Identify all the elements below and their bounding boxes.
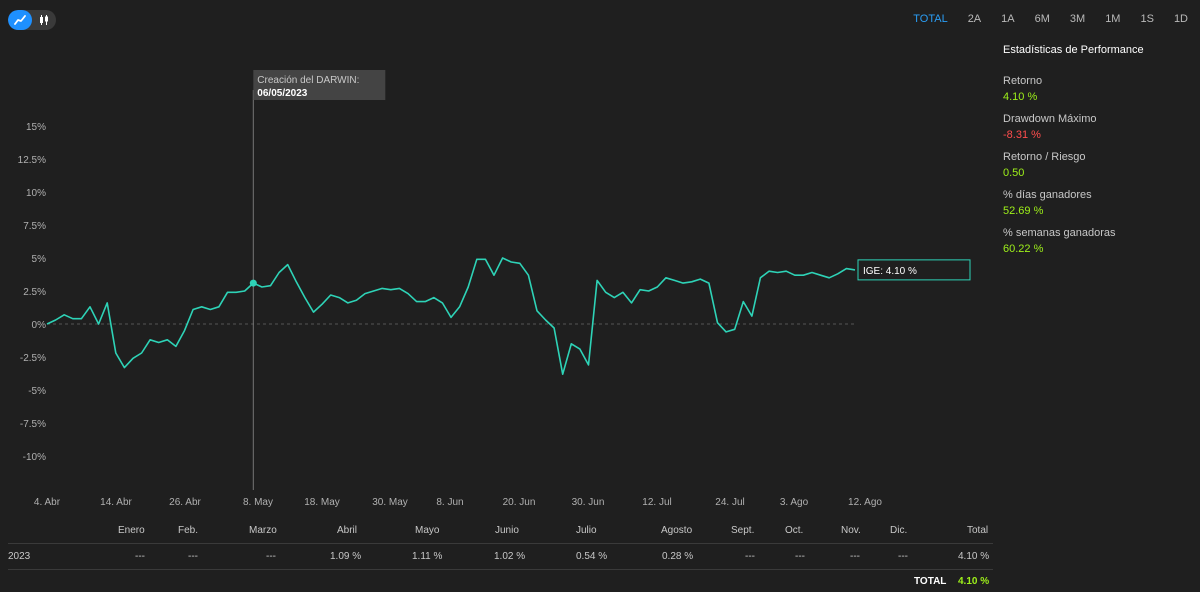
monthly-value: 4.10 % [958,551,990,562]
table-header-row: Enero Feb. Marzo Abril Mayo Junio Julio Agosto S… [0,518,1200,544]
column-header: Enero [118,525,145,536]
stat-value: 52.69 % [1003,205,1044,217]
y-tick-label: 15% [26,122,46,133]
column-header: Junio [495,525,519,536]
monthly-value: 1.02 % [494,551,526,562]
creation-marker-point [249,279,257,287]
monthly-value: --- [898,551,908,562]
monthly-value: 0.28 % [662,551,694,562]
stat-label: Drawdown Máximo [1003,113,1097,125]
stat-label: % semanas ganadoras [1003,227,1116,239]
total-row: TOTAL 4.10 % [0,576,1200,590]
year-label: 2023 [8,551,31,562]
x-tick-label: 30. Jun [572,497,605,508]
monthly-value: --- [135,551,145,562]
x-tick-label: 12. Ago [848,497,882,508]
y-tick-label: -5% [28,386,46,397]
monthly-returns-table: Enero Feb. Marzo Abril Mayo Junio Julio Agosto S… [0,518,1200,570]
period-1d[interactable]: 1D [1174,13,1188,25]
column-header: Marzo [249,525,277,536]
column-header: Oct. [785,525,804,536]
period-3m[interactable]: 3M [1070,13,1085,25]
period-selector: TOTAL 2A 1A 6M 3M 1M 1S 1D [893,13,1188,25]
x-tick-label: 30. May [372,497,408,508]
column-header: Agosto [661,525,693,536]
performance-chart: 15% 12.5% 10% 7.5% 5% 2.5% 0% -2.5% -5% -7.5% -10%… [18,70,971,508]
period-1s[interactable]: 1S [1140,13,1153,25]
period-1a[interactable]: 1A [1001,13,1014,25]
stat-value: 60.22 % [1003,243,1044,255]
x-tick-label: 8. May [243,497,273,508]
x-tick-label: 4. Abr [34,497,61,508]
stat-label: Retorno / Riesgo [1003,151,1086,163]
y-tick-label: 7.5% [23,221,46,232]
stat-value: -8.31 % [1003,129,1041,141]
column-header: Dic. [890,525,908,536]
y-tick-label: 2.5% [23,287,46,298]
line-chart-icon[interactable] [8,10,32,30]
monthly-value: --- [266,551,276,562]
stats-title: Estadísticas de Performance [1003,44,1144,56]
total-label: TOTAL [914,576,947,587]
y-tick-label: 12.5% [18,155,46,166]
candlestick-icon[interactable] [32,10,56,30]
x-tick-label: 18. May [304,497,340,508]
x-tick-label: 20. Jun [503,497,536,508]
y-tick-label: -10% [23,452,46,463]
stat-label: Retorno [1003,75,1043,87]
monthly-value: --- [745,551,755,562]
y-tick-label: -7.5% [20,419,46,430]
period-2a[interactable]: 2A [968,13,981,25]
monthly-value: 1.11 % [412,551,443,562]
stat-value: 4.10 % [1003,91,1038,103]
series-line [46,257,856,376]
y-tick-label: 5% [32,254,47,265]
period-6m[interactable]: 6M [1035,13,1050,25]
creation-tooltip-date: 06/05/2023 [257,88,307,99]
column-header: Abril [337,525,358,536]
y-tick-label: 10% [26,188,46,199]
column-header: Total [967,525,989,536]
y-tick-label: 0% [32,320,47,331]
x-tick-label: 12. Jul [642,497,671,508]
y-tick-label: -2.5% [20,353,46,364]
creation-tooltip-label: Creación del DARWIN: [257,75,359,86]
performance-stats: Estadísticas de Performance Retorno 4.10 … [1003,44,1193,265]
x-tick-label: 24. Jul [715,497,744,508]
column-header: Mayo [415,525,440,536]
column-header: Feb. [178,525,199,536]
stat-value: 0.50 [1003,167,1025,179]
total-value: 4.10 % [958,576,990,587]
chart-mode-toggle[interactable] [8,10,56,30]
x-tick-label: 8. Jun [436,497,463,508]
column-header: Julio [576,525,597,536]
column-header: Sept. [731,525,755,536]
column-header: Nov. [841,525,861,536]
stat-label: % días ganadores [1003,189,1092,201]
monthly-value: --- [188,551,198,562]
x-tick-label: 14. Abr [100,497,132,508]
monthly-value: 0.54 % [576,551,608,562]
x-tick-label: 26. Abr [169,497,201,508]
table-row: 2023 --- --- --- 1.09 % 1.11 % 1.02 % 0.54 % 0.2… [0,544,1200,570]
monthly-value: 1.09 % [330,551,362,562]
monthly-value: --- [850,551,860,562]
ige-label: IGE: 4.10 % [863,266,917,277]
period-1m[interactable]: 1M [1105,13,1120,25]
period-total[interactable]: TOTAL [913,13,947,25]
x-tick-label: 3. Ago [780,497,809,508]
monthly-value: --- [795,551,805,562]
